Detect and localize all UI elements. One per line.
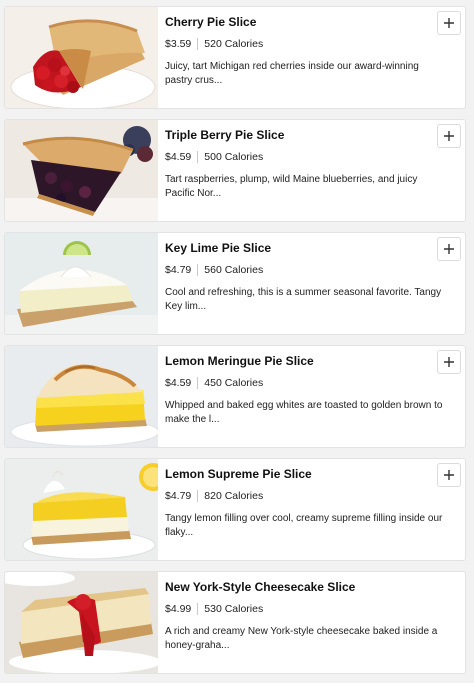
meta-divider (197, 377, 199, 389)
plus-icon (444, 244, 454, 254)
item-name[interactable]: Lemon Meringue Pie Slice (165, 353, 443, 369)
item-description: Whipped and baked egg whites are toasted… (165, 400, 443, 425)
menu-item-card[interactable]: Triple Berry Pie Slice $4.59 500 Calorie… (4, 119, 466, 222)
item-price: $4.79 (165, 264, 192, 276)
cherry-pie-slice-photo (5, 7, 158, 108)
item-calories: 820 Calories (204, 490, 264, 502)
menu-item-card[interactable]: Key Lime Pie Slice $4.79 560 Calories Co… (4, 232, 466, 335)
meta-divider (197, 603, 199, 615)
menu-item-card[interactable]: New York-Style Cheesecake Slice $4.99 53… (4, 571, 466, 674)
add-to-cart-button[interactable] (437, 11, 461, 35)
add-to-cart-button[interactable] (437, 350, 461, 374)
plus-icon (444, 18, 454, 28)
item-calories: 500 Calories (204, 151, 264, 163)
item-calories: 530 Calories (204, 603, 264, 615)
item-name[interactable]: Key Lime Pie Slice (165, 240, 443, 256)
meta-divider (197, 151, 199, 163)
item-description: Tart raspberries, plump, wild Maine blue… (165, 174, 418, 199)
triple-berry-pie-slice-photo (5, 120, 158, 221)
menu-item-list: Cherry Pie Slice $3.59 520 Calories Juic… (0, 0, 474, 683)
add-to-cart-button[interactable] (437, 124, 461, 148)
item-description: Cool and refreshing, this is a summer se… (165, 287, 442, 312)
item-calories: 450 Calories (204, 377, 264, 389)
item-price: $4.59 (165, 151, 192, 163)
item-price: $4.59 (165, 377, 192, 389)
item-name[interactable]: New York-Style Cheesecake Slice (165, 579, 443, 595)
item-price: $3.59 (165, 38, 192, 50)
key-lime-pie-slice-photo (5, 233, 158, 334)
plus-icon (444, 470, 454, 480)
add-to-cart-button[interactable] (437, 237, 461, 261)
meta-divider (197, 490, 199, 502)
item-price: $4.79 (165, 490, 192, 502)
item-price: $4.99 (165, 603, 192, 615)
item-calories: 520 Calories (204, 38, 264, 50)
plus-icon (444, 131, 454, 141)
lemon-supreme-pie-slice-photo (5, 459, 158, 560)
meta-divider (197, 38, 199, 50)
item-name[interactable]: Cherry Pie Slice (165, 14, 443, 30)
item-description: Juicy, tart Michigan red cherries inside… (165, 61, 419, 86)
plus-icon (444, 357, 454, 367)
menu-item-card[interactable]: Lemon Supreme Pie Slice $4.79 820 Calori… (4, 458, 466, 561)
meta-divider (197, 264, 199, 276)
item-name[interactable]: Triple Berry Pie Slice (165, 127, 443, 143)
menu-item-card[interactable]: Lemon Meringue Pie Slice $4.59 450 Calor… (4, 345, 466, 448)
item-calories: 560 Calories (204, 264, 264, 276)
item-name[interactable]: Lemon Supreme Pie Slice (165, 466, 443, 482)
menu-item-card[interactable]: Cherry Pie Slice $3.59 520 Calories Juic… (4, 6, 466, 109)
add-to-cart-button[interactable] (437, 463, 461, 487)
item-description: Tangy lemon filling over cool, creamy su… (165, 513, 443, 538)
item-description: A rich and creamy New York-style cheesec… (165, 626, 438, 651)
lemon-meringue-pie-slice-photo (5, 346, 158, 447)
new-york-cheesecake-slice-photo (5, 572, 158, 673)
